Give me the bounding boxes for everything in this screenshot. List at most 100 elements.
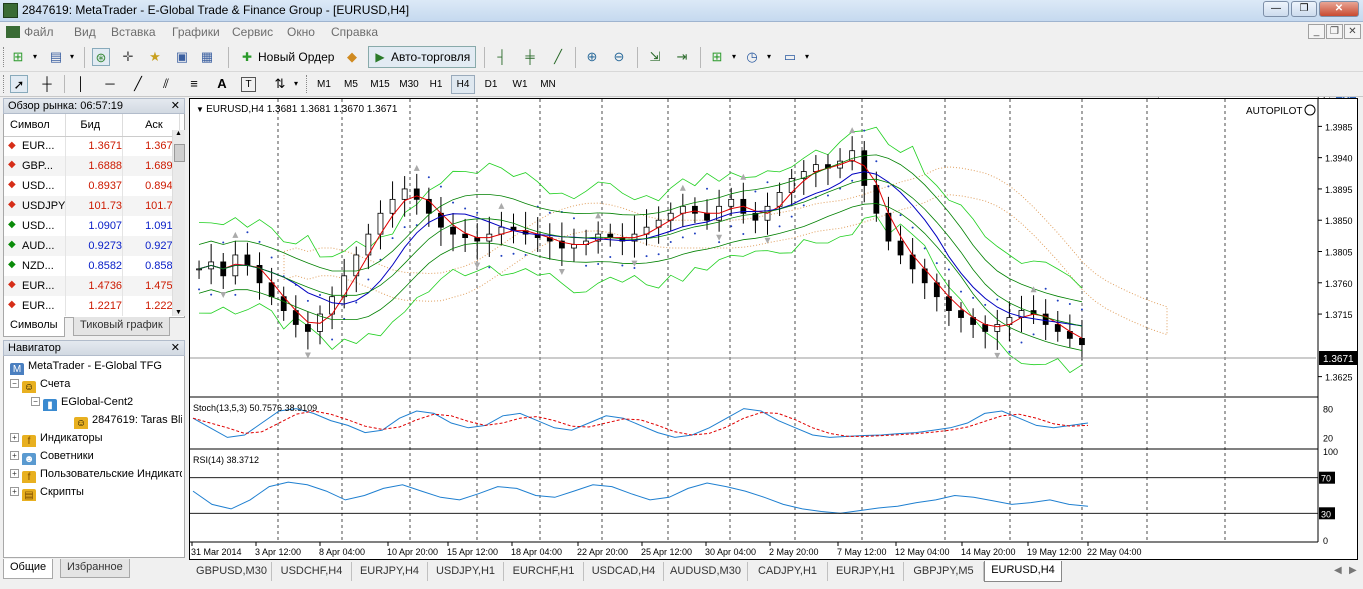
tab-tick-chart[interactable]: Тиковый график [73,317,170,336]
scroll-down-icon[interactable]: ▼ [175,309,182,316]
timeframe-d1-button[interactable]: D1 [479,75,503,94]
timeframe-mn-button[interactable]: MN [535,75,561,94]
chart-tab[interactable]: EURCHF,H1 [504,562,584,581]
chart-shift-icon[interactable]: ⇥ [673,48,691,66]
timeframe-m30-button[interactable]: M30 [395,75,423,94]
trend-line-icon[interactable]: ╱ [129,75,147,93]
periods-icon[interactable]: ◷ [743,48,761,66]
chart-tab-active[interactable]: EURUSD,H4 [984,561,1062,582]
timeframe-h1-button[interactable]: H1 [424,75,448,94]
mdi-restore-button[interactable]: ❐ [1326,24,1343,39]
nav-indicators[interactable]: + f Индикаторы [10,430,182,447]
scrollbar-thumb[interactable] [174,144,185,162]
text-label-icon[interactable]: T [241,77,256,92]
nav-experts[interactable]: + ☻ Советники [10,448,182,465]
tab-symbols[interactable]: Символы [3,317,65,337]
zoom-in-icon[interactable]: ⊕ [583,48,601,66]
zoom-out-icon[interactable]: ⊖ [610,48,628,66]
close-button[interactable]: ✕ [1319,1,1359,17]
nav-root[interactable]: M MetaTrader - E-Global TFG [10,358,182,375]
menu-help[interactable]: Справка [331,25,378,39]
timeframe-m15-button[interactable]: M15 [366,75,394,94]
navigator-icon[interactable]: ★ [146,48,164,66]
chart-tab[interactable]: GBPJPY,M5 [904,562,984,581]
profiles-dropdown-icon[interactable]: ▾ [63,48,81,66]
tabs-scroll-right-icon[interactable]: ▶ [1349,565,1357,576]
collapse-icon[interactable]: − [31,397,40,406]
arrows-dropdown-icon[interactable]: ▾ [287,75,305,93]
market-watch-close-icon[interactable]: ✕ [171,99,180,113]
expand-icon[interactable]: + [10,451,19,460]
terminal-icon[interactable]: ▣ [173,48,191,66]
chart-tab[interactable]: USDCHF,H4 [272,562,352,581]
timeframe-h4-button[interactable]: H4 [451,75,475,94]
mdi-close-button[interactable]: ✕ [1344,24,1361,39]
crosshair-icon[interactable]: ┼ [38,75,56,93]
tabs-scroll-left-icon[interactable]: ◀ [1334,565,1342,576]
expand-icon[interactable]: + [10,433,19,442]
bar-chart-icon[interactable]: ┤ [493,48,511,66]
navigator-close-icon[interactable]: ✕ [171,341,180,355]
table-row[interactable]: ◆ USDJPY 101.73 101.75 [4,196,180,216]
templates-icon[interactable]: ▭ [781,48,799,66]
menu-file[interactable]: Файл [24,25,54,39]
timeframe-m5-button[interactable]: M5 [339,75,363,94]
chart-tab[interactable]: AUDUSD,M30 [664,562,748,581]
menu-insert[interactable]: Вставка [111,25,156,39]
tab-common[interactable]: Общие [3,559,54,579]
collapse-icon[interactable]: − [10,379,19,388]
table-row[interactable]: ◆ NZD... 0.8582 0.8586 [4,256,180,276]
ask-column-header[interactable]: Аск [122,114,180,137]
table-row[interactable]: ◆ EUR... 1.3671 1.3673 [4,136,180,156]
cursor-icon[interactable]: ➚ [10,75,28,93]
line-chart-icon[interactable]: ╱ [549,48,567,66]
timeframe-w1-button[interactable]: W1 [507,75,533,94]
scroll-up-icon[interactable]: ▲ [175,130,182,137]
table-row[interactable]: ◆ EUR... 1.2217 1.2226 [4,296,180,316]
expand-icon[interactable]: + [10,469,19,478]
restore-button[interactable]: ❐ [1291,1,1317,17]
nav-accounts[interactable]: − ☺ Счета [10,376,182,393]
chart-tab[interactable]: GBPUSD,M30 [192,562,272,581]
table-row[interactable]: ◆ USD... 1.0907 1.0910 [4,216,180,236]
menu-charts[interactable]: Графики [172,25,220,39]
nav-server[interactable]: − ▮ EGlobal-Cent2 [31,394,182,411]
nav-scripts[interactable]: + ▤ Скрипты [10,484,182,501]
minimize-button[interactable]: — [1263,1,1289,17]
fibonacci-icon[interactable]: ≡ [185,75,203,93]
menu-view[interactable]: Вид [74,25,96,39]
chart-tab[interactable]: USDCAD,H4 [584,562,664,581]
auto-scroll-icon[interactable]: ⇲ [646,48,664,66]
nav-custom-indicators[interactable]: +f Пользовательские Индикаторы [10,466,182,483]
equidistant-channel-icon[interactable]: ⫽ [157,75,175,93]
market-watch-icon[interactable]: ⊛ [92,48,110,66]
bid-column-header[interactable]: Бид [65,114,124,137]
candlestick-icon[interactable]: ╪ [521,48,539,66]
table-row[interactable]: ◆ EUR... 1.4736 1.4751 [4,276,180,296]
meta-editor-icon[interactable]: ◆ [343,48,361,66]
new-chart-dropdown-icon[interactable]: ▾ [26,48,44,66]
price-chart[interactable]: 1.3985 1.3940 1.3895 1.3850 1.3805 1.3760 1.37… [190,99,1359,561]
tab-favorites[interactable]: Избранное [60,559,130,578]
expand-icon[interactable]: + [10,487,19,496]
auto-trading-button[interactable]: ▶ Авто-торговля [368,46,476,68]
chart-tab[interactable]: EURJPY,H4 [352,562,428,581]
templates-dropdown-icon[interactable]: ▾ [798,48,816,66]
text-icon[interactable]: A [213,75,231,93]
horizontal-line-icon[interactable]: ─ [101,75,119,93]
strategy-tester-icon[interactable]: ▦ [198,48,216,66]
vertical-line-icon[interactable]: │ [72,75,90,93]
timeframe-m1-button[interactable]: M1 [312,75,336,94]
nav-account[interactable]: ☺ 2847619: Taras Bli [74,412,182,429]
periods-dropdown-icon[interactable]: ▾ [760,48,778,66]
new-order-button[interactable]: ✚ Новый Ордер [235,46,337,68]
data-window-icon[interactable]: ✛ [119,48,137,66]
new-chart-icon[interactable]: ⊞ [9,48,27,66]
chart-tab[interactable]: CADJPY,H1 [748,562,828,581]
menu-window[interactable]: Окно [287,25,315,39]
chart-window[interactable]: 1.3985 1.3940 1.3895 1.3850 1.3805 1.3760 1.37… [189,98,1358,560]
indicators-icon[interactable]: ⊞ [708,48,726,66]
indicators-dropdown-icon[interactable]: ▾ [725,48,743,66]
symbol-column-header[interactable]: Символ [4,114,67,137]
mdi-minimize-button[interactable]: _ [1308,24,1325,39]
